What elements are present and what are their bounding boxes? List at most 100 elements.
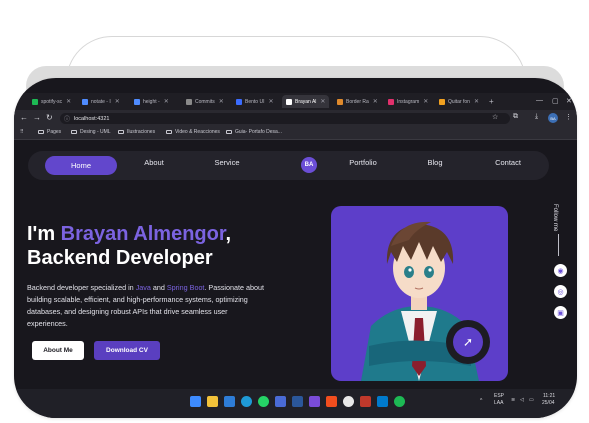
bookmark-pages[interactable]: Pages	[38, 129, 61, 135]
new-tab-icon[interactable]: +	[489, 97, 494, 106]
tab-label: Commits	[195, 98, 215, 105]
spotify-icon[interactable]	[394, 396, 405, 407]
close-icon[interactable]: ✕	[164, 98, 169, 105]
download-cv-button[interactable]: Download CV	[94, 341, 160, 360]
url-field[interactable]: ⓘ localhost:4321	[60, 113, 510, 124]
hero-description: Backend developer specialized in Java an…	[27, 282, 267, 330]
whatsapp-icon[interactable]	[258, 396, 269, 407]
language-region[interactable]: LAA	[494, 400, 503, 406]
bookmark-guia[interactable]: Guia- Portafo Desa...	[226, 129, 282, 135]
language-indicator[interactable]: ESP	[494, 393, 504, 399]
back-icon[interactable]: ←	[20, 113, 28, 122]
close-icon[interactable]: ✕	[268, 98, 273, 105]
bookmark-video[interactable]: Video & Reacciones	[166, 129, 220, 135]
instagram-icon[interactable]: ◎	[554, 285, 567, 298]
nav-service[interactable]: Service	[214, 158, 239, 167]
bookmark-label: Pages	[47, 129, 62, 135]
tab-quitar[interactable]: Quitar fon ✕	[439, 95, 479, 108]
chrome-icon[interactable]	[343, 396, 354, 407]
nav-about[interactable]: About	[144, 158, 164, 167]
window-close-icon[interactable]: ✕	[566, 97, 572, 105]
word-icon[interactable]	[292, 396, 303, 407]
bookmark-label: Guia- Portafo Desa...	[235, 129, 282, 135]
about-me-button[interactable]: About Me	[32, 341, 84, 360]
bookmark-label: Ilustraciones	[127, 129, 156, 135]
tab-notate[interactable]: notate - I ✕	[82, 95, 120, 108]
bookmark-star-icon[interactable]: ☆	[492, 113, 498, 121]
arrow-up-right-icon: ➚	[453, 327, 483, 357]
forward-icon[interactable]: →	[33, 113, 41, 122]
bookmark-label: Desing - UML	[80, 129, 111, 135]
desc-text: Backend developer specialized in	[27, 283, 136, 292]
nav-portfolio[interactable]: Portfolio	[349, 158, 377, 167]
tab-spotify[interactable]: spotify-sc ✕	[32, 95, 71, 108]
nav-home[interactable]: Home	[45, 156, 117, 175]
site-info-icon[interactable]: ⓘ	[64, 114, 70, 123]
wifi-icon[interactable]: ≋	[511, 397, 515, 403]
app-icon[interactable]	[309, 396, 320, 407]
folder-icon	[71, 130, 77, 134]
tab-label: Quitar fon	[448, 98, 470, 105]
tab-commits[interactable]: Commits ✕	[186, 95, 224, 108]
hero-role: Backend Developer	[27, 247, 213, 269]
nav-contact[interactable]: Contact	[495, 158, 521, 167]
tab-label: Brayan Al	[295, 98, 317, 105]
nav-blog[interactable]: Blog	[427, 158, 442, 167]
file-explorer-icon[interactable]	[207, 396, 218, 407]
tab-border[interactable]: Border Ra ✕	[337, 95, 378, 108]
bookmark-ilustraciones[interactable]: Ilustraciones	[118, 129, 155, 135]
os-taskbar: ^ ESP LAA ≋ ◁ ▭ 11:21 25/04	[14, 389, 577, 418]
windows-start-icon[interactable]	[190, 396, 201, 407]
close-icon[interactable]: ✕	[373, 98, 378, 105]
edge-icon[interactable]	[241, 396, 252, 407]
app-red-icon[interactable]	[360, 396, 371, 407]
maximize-icon[interactable]: ▢	[552, 97, 559, 105]
tab-strip: spotify-sc ✕ notate - I ✕ height - ✕ Commi…	[14, 93, 577, 110]
portfolio-circle-button[interactable]: ➚	[446, 320, 490, 364]
desc-spring: Spring Boot	[166, 283, 205, 292]
bookmark-desing[interactable]: Desing - UML	[71, 129, 111, 135]
tray-chevron-icon[interactable]: ^	[480, 398, 482, 404]
tab-label: notate - I	[91, 98, 111, 105]
reload-icon[interactable]: ↻	[46, 113, 53, 122]
hero-greeting: I'm	[27, 223, 61, 245]
address-bar: ← → ↻ ⓘ localhost:4321 ☆ ⧉ ⤓ BA ⋮	[14, 110, 577, 127]
figma-icon[interactable]	[326, 396, 337, 407]
spotify-icon	[32, 98, 38, 105]
folder-icon	[38, 130, 44, 134]
extensions-icon[interactable]: ⧉	[513, 113, 518, 121]
close-icon[interactable]: ✕	[66, 98, 71, 105]
hero-name: Brayan Almengor	[60, 223, 226, 245]
minimize-icon[interactable]: —	[536, 97, 543, 104]
linkedin-icon[interactable]: ▣	[554, 306, 567, 319]
tab-portfolio-active[interactable]: Brayan Al ✕	[282, 95, 330, 108]
clock-time[interactable]: 11:21	[543, 393, 555, 399]
battery-icon[interactable]: ▭	[529, 397, 534, 403]
apps-grid-icon[interactable]: ⠿	[20, 129, 24, 135]
tab-favicon-icon	[236, 98, 242, 105]
close-icon[interactable]: ✕	[115, 98, 120, 105]
site-logo[interactable]: BA	[301, 157, 317, 173]
tab-bento[interactable]: Bento UI ✕	[236, 95, 274, 108]
clock-date[interactable]: 25/04	[542, 400, 555, 406]
close-icon[interactable]: ✕	[474, 98, 479, 105]
volume-icon[interactable]: ◁	[520, 397, 524, 403]
profile-avatar[interactable]: BA	[548, 113, 558, 123]
close-icon[interactable]: ✕	[423, 98, 428, 105]
url-text: localhost:4321	[74, 115, 110, 122]
follow-divider	[558, 234, 559, 256]
close-icon[interactable]: ✕	[320, 98, 325, 105]
store-icon[interactable]	[224, 396, 235, 407]
vscode-icon[interactable]	[377, 396, 388, 407]
download-icon[interactable]: ⤓	[535, 113, 538, 121]
browser-window: spotify-sc ✕ notate - I ✕ height - ✕ Commi…	[14, 78, 577, 418]
menu-icon[interactable]: ⋮	[565, 113, 572, 121]
tab-instagram[interactable]: Instagram ✕	[388, 95, 428, 108]
close-icon[interactable]: ✕	[219, 98, 224, 105]
calendar-icon[interactable]	[275, 396, 286, 407]
github-icon[interactable]: ◉	[554, 264, 567, 277]
bookmarks-bar: ⠿ Pages Desing - UML Ilustraciones Video…	[14, 127, 577, 140]
site-navbar: Home About Service BA Portfolio Blog Con…	[28, 151, 549, 180]
tab-height[interactable]: height - ✕	[134, 95, 169, 108]
desc-text: and	[150, 283, 167, 292]
